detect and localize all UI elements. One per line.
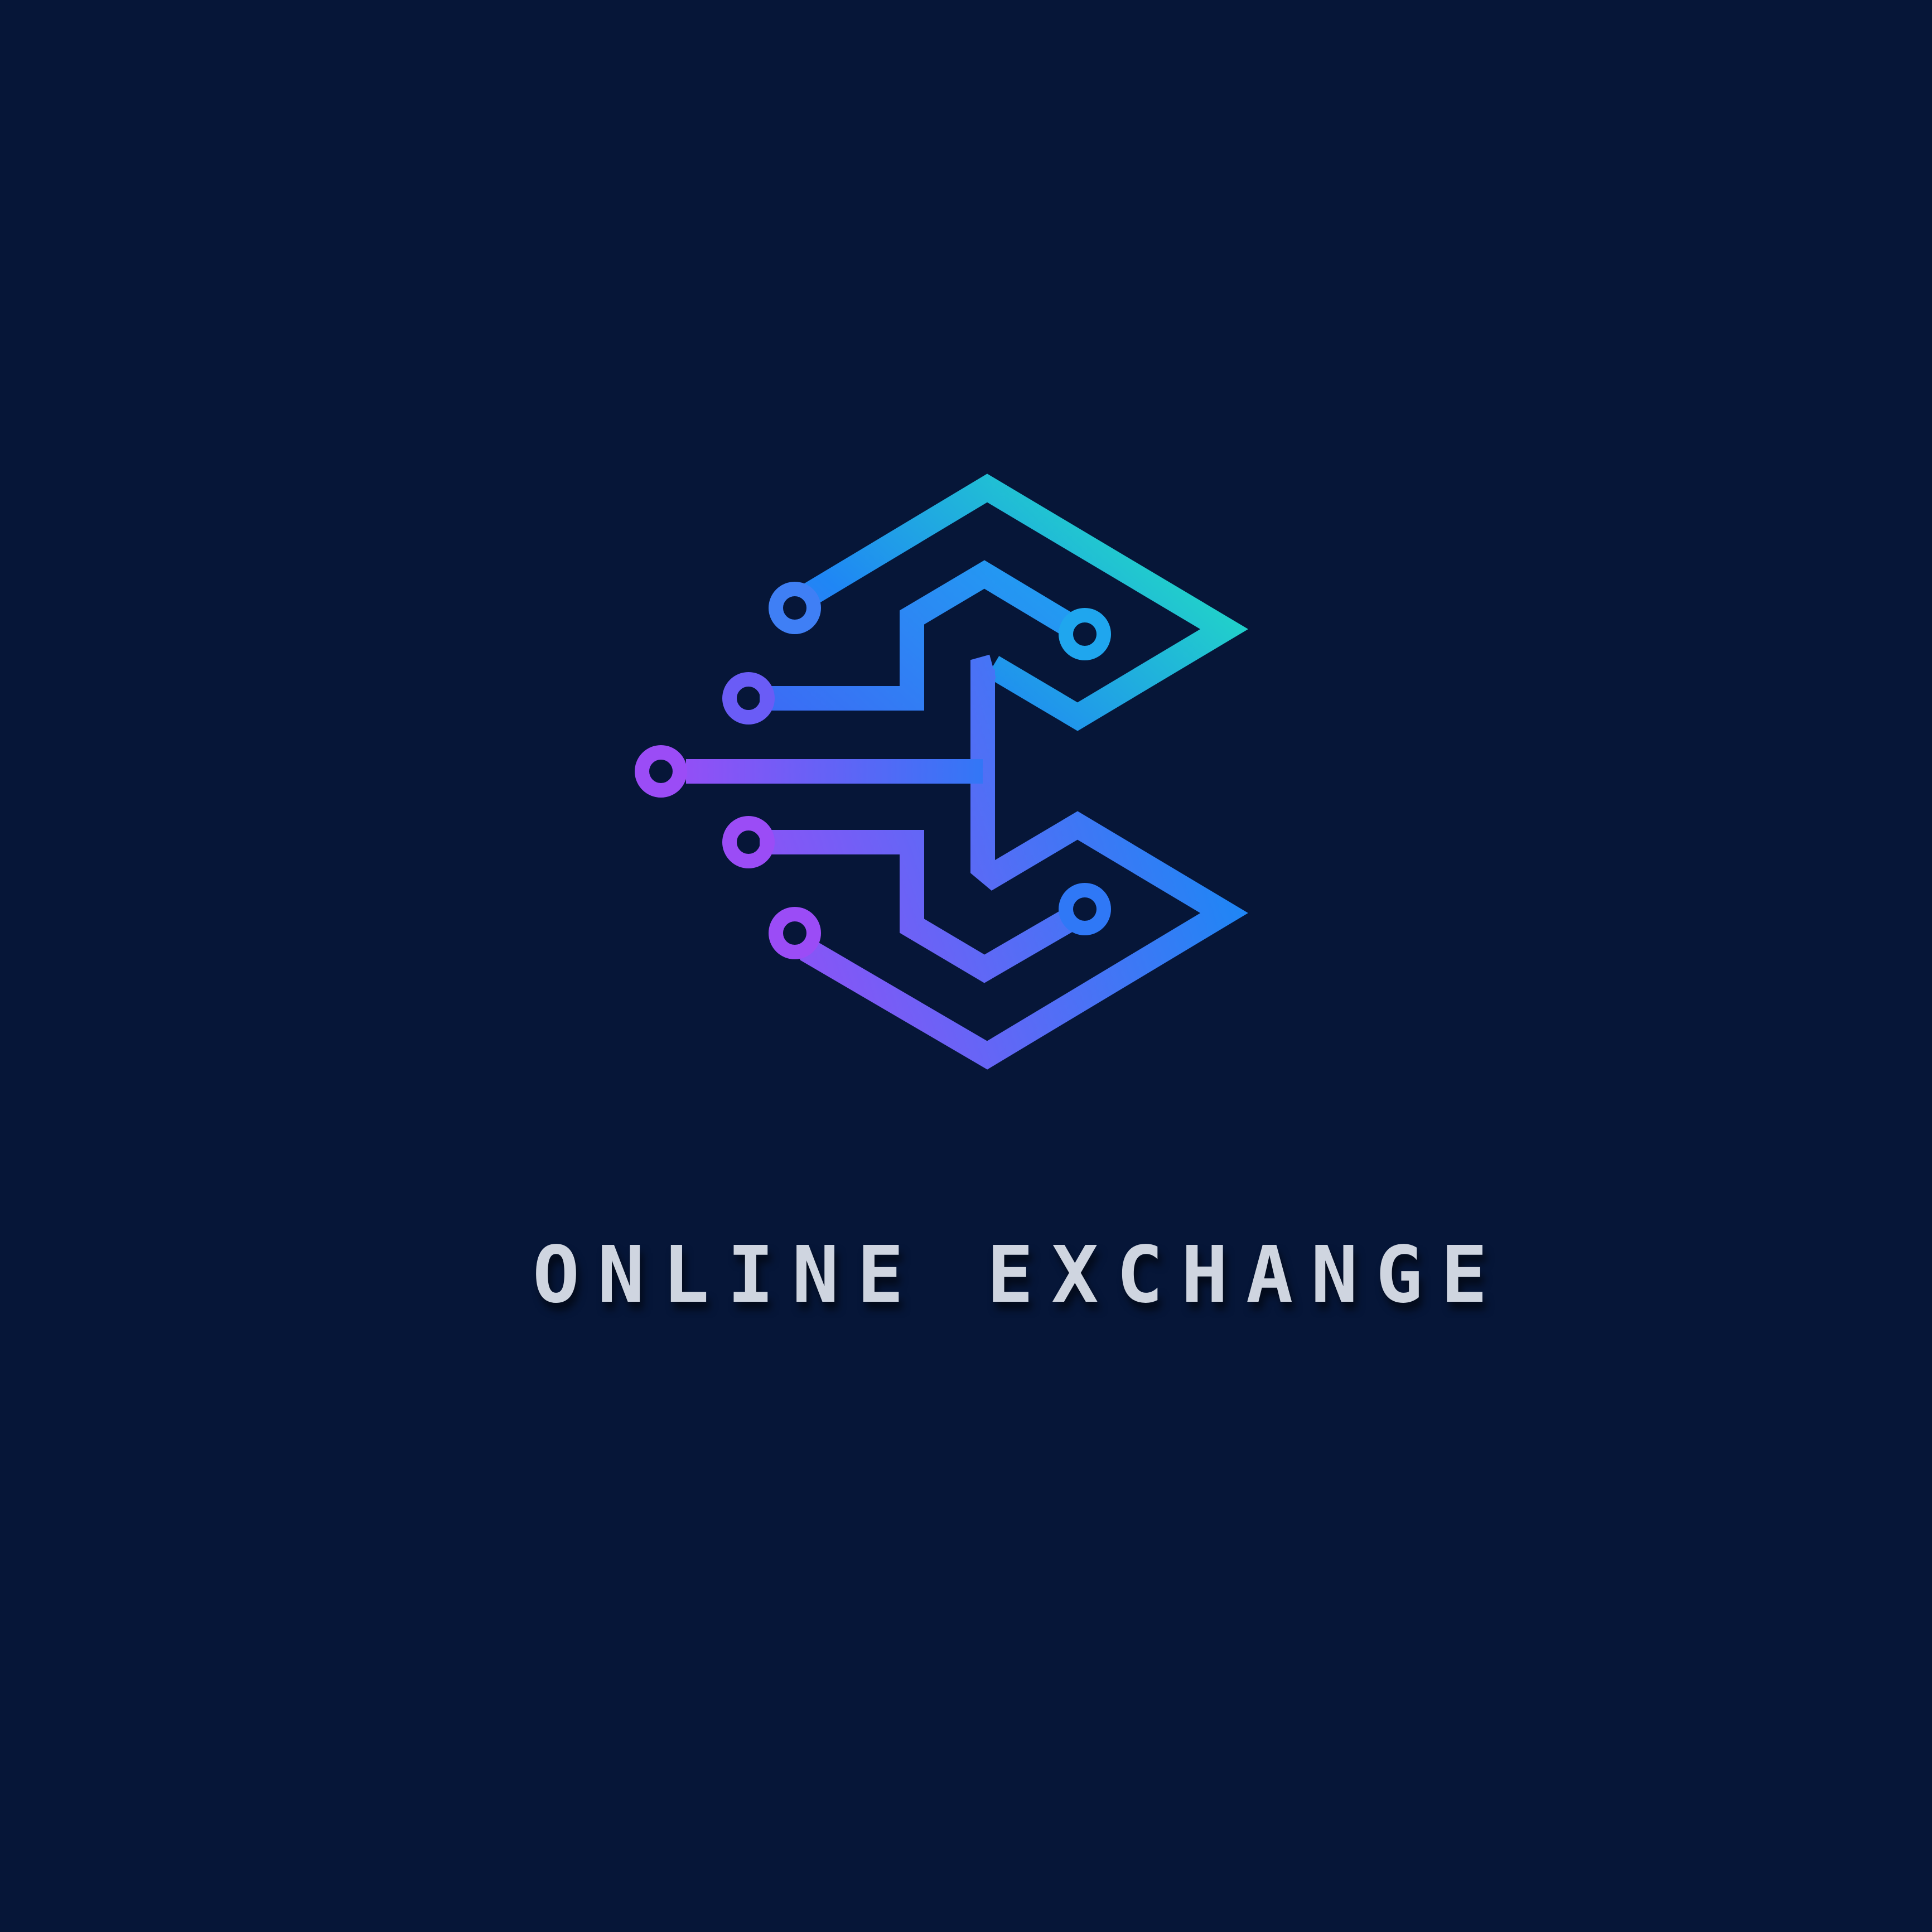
circuit-node bbox=[1059, 608, 1111, 660]
circuit-node bbox=[635, 745, 687, 798]
circuit-letter-e-icon bbox=[635, 474, 1248, 1070]
circuit-node bbox=[769, 907, 821, 959]
circuit-node bbox=[769, 582, 821, 634]
circuit-node bbox=[1059, 883, 1111, 935]
circuit-node bbox=[722, 816, 775, 868]
circuit-trace-spine bbox=[799, 654, 1248, 1070]
logo bbox=[0, 0, 1932, 1932]
brand-wordmark: ONLINE EXCHANGE bbox=[532, 1230, 1506, 1321]
circuit-node bbox=[722, 672, 775, 724]
